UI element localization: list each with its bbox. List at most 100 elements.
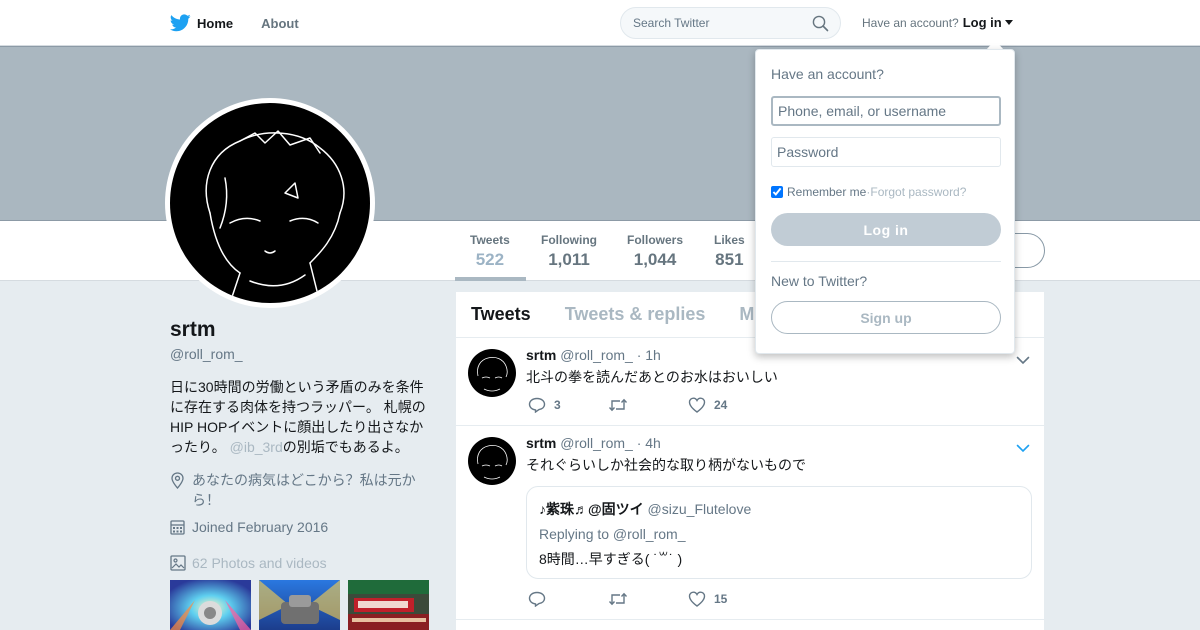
retweet-icon [608, 398, 628, 412]
quoted-tweet[interactable]: ♪紫珠♬@固ツイ @sizu_Flutelove Replying to @ro… [526, 486, 1032, 579]
have-account-text: Have an account? [862, 15, 959, 30]
heart-icon [688, 591, 706, 607]
photo-thumbnail[interactable] [348, 580, 429, 630]
tweet-actions: 15 [528, 591, 768, 607]
tweet-text: 北斗の拳を読んだあとのお水はおいしい [526, 369, 778, 385]
chevron-down-icon[interactable] [1016, 352, 1030, 370]
stat-likes-value: 851 [715, 250, 744, 269]
nav-links: Home About [170, 0, 327, 46]
tweet-author-handle[interactable]: @roll_rom_ [560, 435, 633, 451]
tweet[interactable]: srtm @roll_rom_ · 4h それぐらいしか社会的な取り柄がないもの… [456, 426, 1044, 620]
signup-button[interactable]: Sign up [771, 301, 1001, 334]
username-input[interactable] [771, 96, 1001, 126]
active-stat-underline [455, 277, 526, 281]
stat-following-label: Following [541, 233, 597, 247]
stat-likes-label: Likes [714, 233, 745, 247]
reply-icon [528, 591, 546, 607]
tweet-timestamp[interactable]: · 1h [637, 347, 661, 363]
nav-about-link[interactable]: About [261, 16, 299, 31]
stat-followers[interactable]: Followers 1,044 [627, 233, 683, 270]
retweet-button[interactable] [608, 398, 688, 412]
stat-tweets[interactable]: Tweets 522 [470, 233, 510, 270]
nav-home-label: Home [197, 15, 234, 31]
stat-followers-value: 1,044 [633, 250, 677, 269]
photos-videos-link[interactable]: 62 Photos and videos [170, 553, 327, 576]
photo-icon [170, 553, 192, 576]
stat-tweets-label: Tweets [470, 233, 510, 247]
tab-tweets-replies[interactable]: Tweets & replies [565, 304, 706, 325]
dropdown-title: Have an account? [771, 66, 884, 82]
new-to-twitter-text: New to Twitter? [771, 273, 868, 289]
tweet-author-name[interactable]: srtm [526, 435, 556, 451]
tab-tweets[interactable]: Tweets [471, 304, 531, 325]
login-dropdown: Have an account? Remember me · Forgot pa… [755, 49, 1015, 354]
like-count: 15 [714, 592, 728, 606]
login-link-label: Log in [962, 15, 1002, 30]
photo-thumbnail[interactable] [259, 580, 340, 630]
nav-home-link[interactable]: Home [170, 14, 233, 32]
tweet-header: srtm @roll_rom_ · 1h [526, 347, 661, 363]
tweet-avatar[interactable] [468, 349, 516, 397]
retweet-button[interactable] [608, 592, 688, 606]
stat-tweets-value: 522 [475, 250, 505, 269]
tab-media[interactable]: M [739, 304, 754, 325]
tweet-author-handle[interactable]: @roll_rom_ [560, 347, 633, 363]
reply-icon [528, 397, 546, 413]
stat-following[interactable]: Following 1,011 [541, 233, 597, 270]
login-dropdown-toggle[interactable]: Log in [963, 15, 1013, 30]
profile-location: あなたの病気はどこから？私は元から！ [170, 470, 432, 510]
stat-likes[interactable]: Likes 851 [714, 233, 745, 270]
like-count: 24 [714, 398, 728, 412]
account-menu: Have an account? Log in [862, 15, 1013, 30]
heart-icon [688, 397, 706, 413]
tweet-actions: 3 24 [528, 397, 768, 413]
photos-videos-text: 62 Photos and videos [192, 555, 327, 571]
reply-button[interactable]: 3 [528, 397, 608, 413]
profile-name: srtm [170, 318, 216, 341]
search-box[interactable] [620, 7, 841, 39]
tweet-timestamp[interactable]: · 4h [637, 435, 661, 451]
chevron-down-icon[interactable] [1016, 440, 1030, 458]
joined-text: Joined February 2016 [192, 519, 329, 535]
photo-thumbnail[interactable] [170, 580, 251, 630]
location-text: あなたの病気はどこから？私は元から！ [192, 472, 416, 508]
remember-row: Remember me · Forgot password? [771, 185, 966, 199]
tweet-avatar[interactable] [468, 437, 516, 485]
profile-handle[interactable]: @roll_rom_ [170, 346, 243, 362]
tweet-author-name[interactable]: srtm [526, 347, 556, 363]
stat-following-value: 1,011 [548, 250, 590, 269]
remember-me-label[interactable]: Remember me [787, 185, 866, 199]
forgot-password-link[interactable]: Forgot password? [870, 185, 966, 199]
tweet-header: srtm @roll_rom_ · 4h [526, 435, 661, 451]
quoted-tweet-header: ♪紫珠♬@固ツイ @sizu_Flutelove [539, 499, 1019, 519]
like-button[interactable]: 24 [688, 397, 768, 413]
quoted-replying-to: Replying to @roll_rom_ [539, 526, 686, 542]
dropdown-divider [771, 261, 1001, 262]
profile-bio: 日に30時間の労働という矛盾のみを条件に存在する肉体を持つラッパー。 札幌のHI… [170, 377, 432, 457]
quoted-tweet-text: 8時間…早すぎる( ˙꒳˙ ) [539, 551, 683, 567]
bio-text-tail: の別垢でもあるよ。 [282, 439, 409, 455]
location-pin-icon [170, 470, 192, 510]
profile-avatar[interactable] [165, 98, 375, 308]
avatar-drawing-icon [205, 130, 345, 303]
quoted-author-name: ♪紫珠♬@固ツイ [539, 501, 644, 517]
bio-mention-link[interactable]: @ib_3rd [230, 439, 283, 455]
reply-count: 3 [554, 398, 561, 412]
remember-me-checkbox[interactable] [771, 186, 783, 198]
search-input[interactable] [633, 16, 803, 30]
reply-button[interactable] [528, 591, 608, 607]
top-nav-bar: Home About Have an account? Log in [0, 0, 1200, 46]
calendar-icon [170, 517, 192, 540]
nav-about-label: About [261, 15, 299, 31]
login-button[interactable]: Log in [771, 213, 1001, 246]
password-input[interactable] [771, 137, 1001, 167]
like-button[interactable]: 15 [688, 591, 768, 607]
profile-joined: Joined February 2016 [170, 517, 328, 540]
stat-followers-label: Followers [627, 233, 684, 247]
quoted-author-handle: @sizu_Flutelove [647, 501, 752, 517]
caret-down-icon [1004, 20, 1013, 25]
bird-icon [170, 14, 191, 32]
search-icon[interactable] [812, 15, 829, 32]
tweet-text: それぐらいしか社会的な取り柄がないもので [526, 457, 806, 473]
retweet-icon [608, 592, 628, 606]
